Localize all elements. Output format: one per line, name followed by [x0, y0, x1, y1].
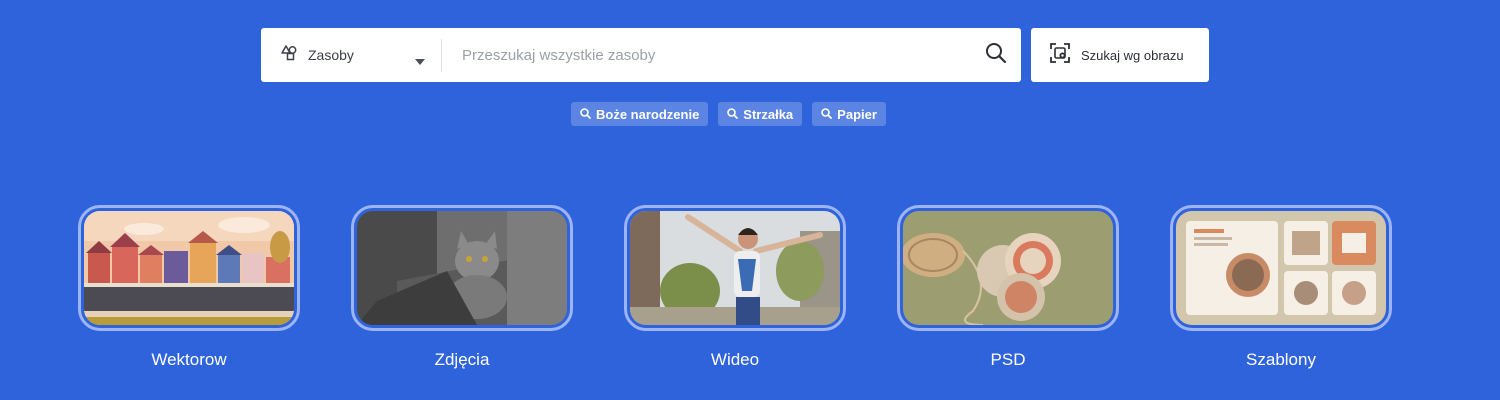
popular-tags: Boże narodzenie Strzałka Papier	[571, 102, 886, 126]
search-bar: Zasoby Szukaj wg obrazu	[261, 28, 1209, 82]
search-icon	[821, 107, 833, 122]
tag-label: Strzałka	[743, 106, 794, 122]
search-input[interactable]	[442, 28, 971, 82]
category-label: PSD	[990, 350, 1026, 369]
asset-type-dropdown[interactable]: Zasoby	[261, 28, 441, 82]
category-thumbnail	[78, 205, 300, 331]
cat-photo	[357, 211, 567, 325]
category-thumbnail	[1170, 205, 1392, 331]
category-photos[interactable]: Zdjęcia	[351, 205, 573, 370]
category-thumbnail	[897, 205, 1119, 331]
category-vectors[interactable]: Wektorow	[78, 205, 300, 370]
tag-boze-narodzenie[interactable]: Boże narodzenie	[571, 102, 709, 126]
image-search-button[interactable]: Szukaj wg obrazu	[1031, 28, 1209, 82]
woman-video-still	[630, 211, 840, 325]
category-video[interactable]: Wideo	[624, 205, 846, 370]
search-button[interactable]	[971, 28, 1021, 82]
templates-preview	[1176, 211, 1386, 325]
category-label: Wideo	[710, 350, 760, 369]
image-search-label: Szukaj wg obrazu	[1081, 47, 1184, 63]
tag-papier[interactable]: Papier	[812, 102, 886, 126]
tag-strzalka[interactable]: Strzałka	[718, 102, 803, 126]
search-box: Zasoby	[261, 28, 1021, 82]
category-label: Zdjęcia	[434, 350, 490, 369]
category-thumbnail	[351, 205, 573, 331]
category-label: Szablony	[1246, 350, 1316, 369]
asset-type-label: Zasoby	[308, 47, 354, 63]
image-search-icon	[1049, 42, 1071, 69]
search-icon	[727, 107, 739, 122]
chevron-down-icon	[415, 52, 425, 70]
category-thumbnail	[624, 205, 846, 331]
shapes-icon	[281, 44, 298, 66]
tag-label: Boże narodzenie	[596, 106, 700, 122]
category-templates[interactable]: Szablony	[1170, 205, 1392, 370]
search-icon	[580, 107, 591, 122]
tag-label: Papier	[837, 106, 877, 122]
vector-town-illustration	[84, 211, 294, 325]
search-icon	[985, 42, 1007, 69]
category-label: Wektorow	[151, 350, 227, 369]
coaster-mockup	[903, 211, 1113, 325]
category-psd[interactable]: PSD	[897, 205, 1119, 370]
category-list: Wektorow Zdjęcia Wideo PSD Szablony	[78, 205, 1392, 370]
